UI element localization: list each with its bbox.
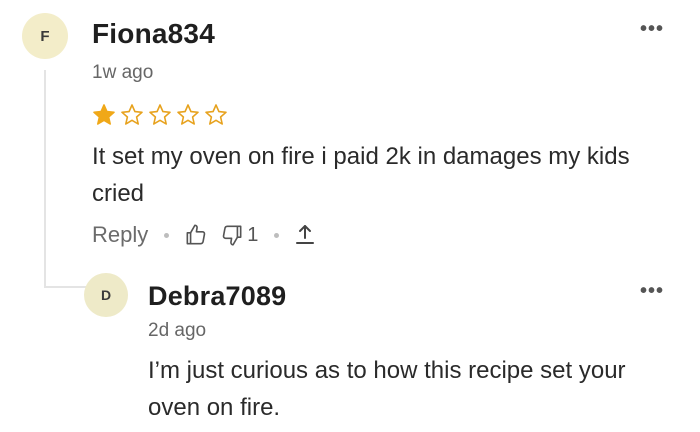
thread-connector-elbow [44,286,90,288]
separator-dot [164,232,170,238]
like-button[interactable] [183,222,209,248]
reply-button[interactable]: Reply [92,222,148,248]
dislike-button[interactable]: 1 [219,222,258,248]
avatar-initial: F [40,27,50,45]
avatar-initial: D [100,287,112,303]
star-rating [92,103,228,127]
avatar[interactable]: F [22,13,68,59]
comment-actions: Reply 1 [92,220,317,250]
star-empty-icon [205,104,227,125]
separator-dot [274,232,280,238]
star-filled-icon [93,104,115,125]
share-icon [296,225,315,244]
avatar[interactable]: D [84,273,128,317]
reply-text: I’m just curious as to how this recipe s… [148,357,626,421]
comment-text: It set my oven on fire i paid 2k in dama… [92,143,630,207]
share-button[interactable] [293,222,317,248]
thumbs-up-icon [186,224,206,245]
star-empty-icon [149,104,171,125]
reply-username[interactable]: Debra7089 [148,281,286,312]
dislike-count: 1 [247,223,259,246]
comment-timestamp: 1w ago [92,62,154,83]
thread-connector-line [44,70,46,288]
thumbs-down-icon [222,225,242,246]
more-options-icon[interactable]: ••• [640,19,664,39]
star-empty-icon [121,104,143,125]
comment-username[interactable]: Fiona834 [92,18,215,50]
more-options-icon[interactable]: ••• [640,281,664,301]
reply-timestamp: 2d ago [148,320,207,341]
star-empty-icon [177,104,199,125]
